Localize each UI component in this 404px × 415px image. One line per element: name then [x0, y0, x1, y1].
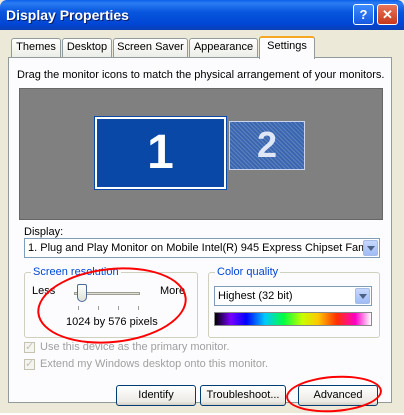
tab-screen-saver[interactable]: Screen Saver	[113, 38, 188, 57]
display-label: Display:	[24, 226, 64, 238]
color-quality-select[interactable]: Highest (32 bit)	[214, 286, 372, 306]
close-button[interactable]: ✕	[377, 4, 398, 25]
extend-desktop-label: Extend my Windows desktop onto this moni…	[40, 358, 269, 370]
window-title: Display Properties	[6, 7, 129, 23]
primary-monitor-checkbox[interactable]	[24, 340, 35, 353]
identify-button[interactable]: Identify	[116, 385, 196, 406]
chevron-down-icon[interactable]	[363, 240, 378, 256]
color-quality-value: Highest (32 bit)	[218, 290, 293, 302]
chevron-down-icon[interactable]	[355, 288, 370, 304]
display-select-value: 1. Plug and Play Monitor on Mobile Intel…	[28, 242, 378, 254]
extend-desktop-checkbox[interactable]	[24, 357, 35, 370]
help-button[interactable]: ?	[353, 4, 374, 25]
instruction-text: Drag the monitor icons to match the phys…	[17, 69, 385, 81]
tab-desktop[interactable]: Desktop	[62, 38, 112, 57]
tab-appearance[interactable]: Appearance	[189, 38, 258, 57]
color-quality-legend: Color quality	[215, 266, 281, 278]
color-spectrum-bar	[214, 312, 372, 326]
title-bar[interactable]: Display Properties ? ✕	[0, 0, 404, 30]
monitor-2-number: 2	[256, 124, 278, 165]
monitor-1-number: 1	[147, 126, 174, 179]
monitor-2-icon[interactable]: 2	[229, 121, 305, 170]
display-select[interactable]: 1. Plug and Play Monitor on Mobile Intel…	[24, 238, 380, 258]
troubleshoot-button[interactable]: Troubleshoot...	[200, 385, 286, 406]
tab-themes[interactable]: Themes	[11, 38, 61, 57]
monitor-1-icon[interactable]: 1	[94, 116, 227, 190]
tab-settings[interactable]: Settings	[259, 36, 315, 59]
display-properties-window: Display Properties ? ✕ Themes Desktop Sc…	[0, 0, 404, 415]
primary-monitor-label: Use this device as the primary monitor.	[40, 341, 230, 353]
